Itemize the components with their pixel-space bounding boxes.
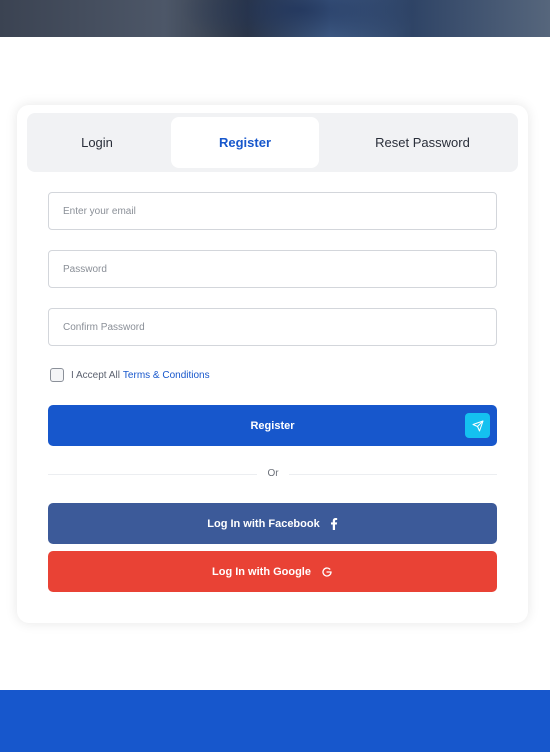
terms-row: I Accept All Terms & Conditions xyxy=(50,367,210,383)
google-login-button[interactable]: Log In with Google xyxy=(48,551,497,592)
register-label: Register xyxy=(250,419,295,432)
hero-image xyxy=(0,0,550,37)
password-field[interactable] xyxy=(48,250,497,288)
tab-register[interactable]: Register xyxy=(171,117,319,168)
facebook-icon xyxy=(330,517,338,530)
terms-prefix: I Accept All xyxy=(71,369,120,381)
or-label: Or xyxy=(257,468,289,479)
facebook-label: Log In with Facebook xyxy=(207,517,320,530)
tab-bar: Login Register Reset Password xyxy=(27,113,518,172)
email-field[interactable] xyxy=(48,192,497,230)
paper-plane-icon xyxy=(465,413,490,438)
footer-band xyxy=(0,690,550,752)
register-button[interactable]: Register xyxy=(48,405,497,446)
google-icon xyxy=(321,566,333,578)
google-label: Log In with Google xyxy=(212,565,311,578)
terms-link[interactable]: Terms & Conditions xyxy=(123,370,210,381)
facebook-login-button[interactable]: Log In with Facebook xyxy=(48,503,497,544)
tab-reset-password[interactable]: Reset Password xyxy=(327,113,518,172)
terms-checkbox[interactable] xyxy=(50,368,64,382)
auth-card: Login Register Reset Password I Accept A… xyxy=(17,105,528,623)
tab-login[interactable]: Login xyxy=(27,113,167,172)
confirm-password-field[interactable] xyxy=(48,308,497,346)
